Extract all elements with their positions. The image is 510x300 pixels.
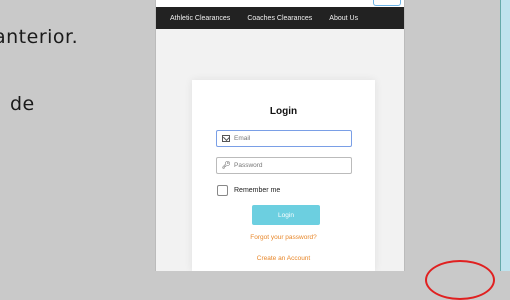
create-account-link[interactable]: Create an Account: [192, 255, 375, 262]
right-edge-panel: [500, 0, 510, 271]
forgot-password-link[interactable]: Forgot your password?: [192, 234, 375, 241]
key-icon: 🔑︎: [222, 162, 231, 169]
nav-link-about-us[interactable]: About Us: [329, 15, 358, 22]
browser-top-strip: [156, 0, 404, 7]
email-placeholder: Email: [234, 135, 251, 142]
address-bar-fragment: [373, 0, 401, 6]
remember-me-label: Remember me: [234, 187, 281, 194]
slide-text-line-2: de: [10, 93, 35, 115]
navbar: Athletic Clearances Coaches Clearances A…: [156, 7, 404, 29]
slide-text-line-1: anterior.: [0, 26, 79, 48]
red-annotation-circle: [425, 260, 495, 300]
remember-me-checkbox[interactable]: [217, 185, 228, 196]
login-title: Login: [269, 106, 298, 117]
embedded-browser-screenshot: Athletic Clearances Coaches Clearances A…: [155, 0, 405, 271]
nav-link-athletic-clearances[interactable]: Athletic Clearances: [170, 15, 230, 22]
remember-me-row[interactable]: Remember me: [217, 185, 280, 196]
email-field[interactable]: Email: [216, 130, 352, 147]
login-card: Login Email 🔑︎ Password Remember me Logi…: [192, 80, 375, 271]
password-placeholder: Password: [234, 162, 263, 169]
login-button[interactable]: Login: [252, 205, 320, 225]
envelope-icon: [222, 135, 230, 142]
nav-link-coaches-clearances[interactable]: Coaches Clearances: [247, 15, 312, 22]
password-field[interactable]: 🔑︎ Password: [216, 157, 352, 174]
